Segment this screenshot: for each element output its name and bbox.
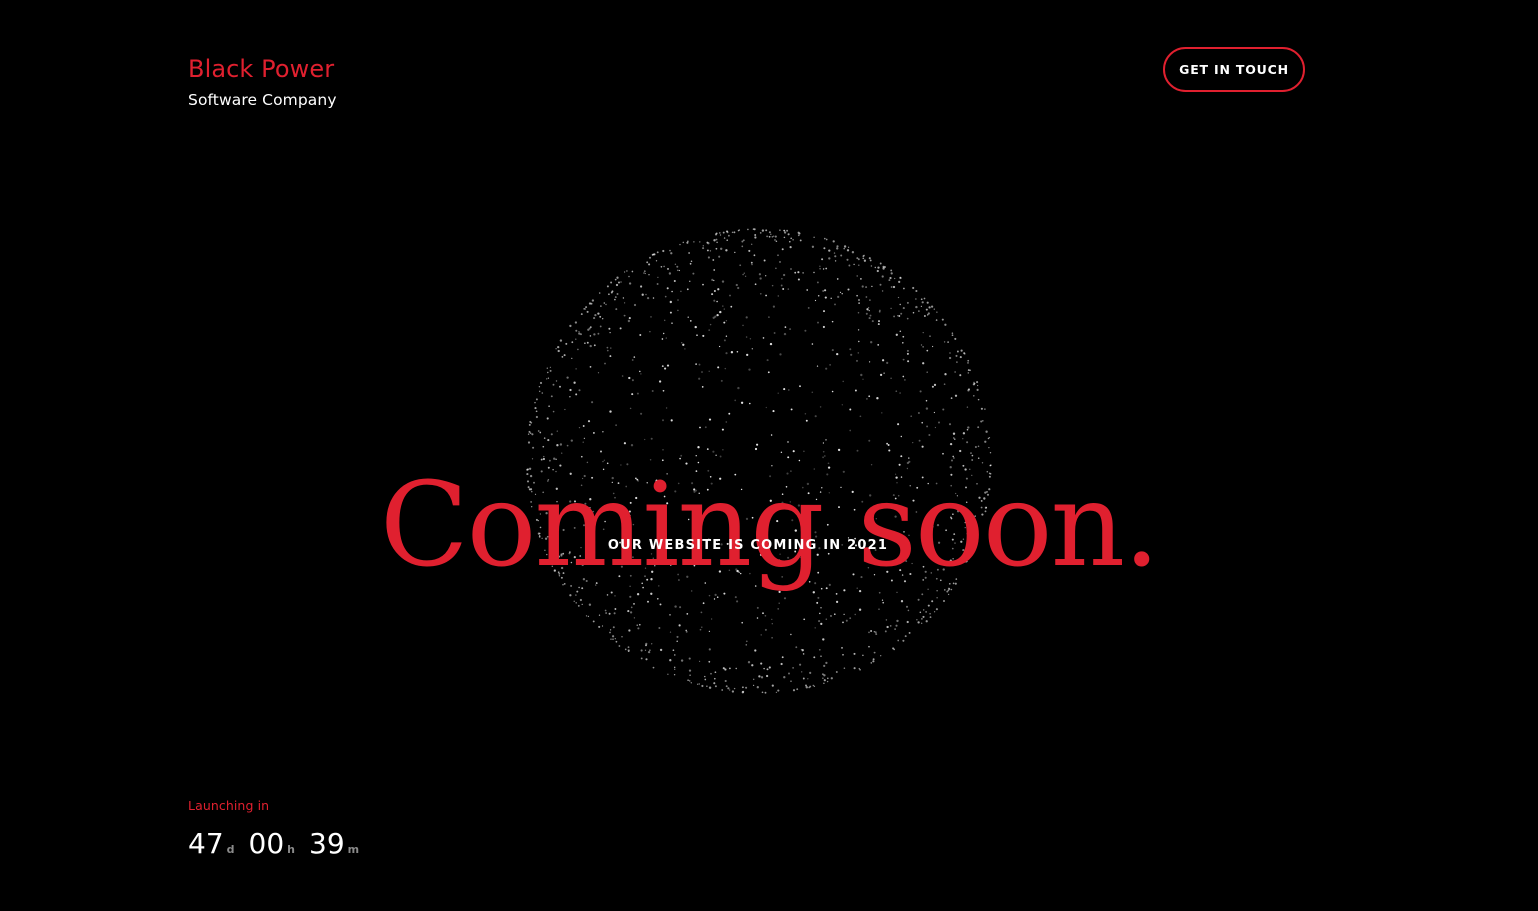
launch-label: Launching in <box>188 798 270 813</box>
launch-countdown: Launching in 47 d 00 h 39 m <box>188 798 373 860</box>
hero-subtitle: OUR WEBSITE IS COMING IN 2021 <box>607 538 889 553</box>
countdown-days-value: 47 <box>188 827 224 860</box>
countdown-hours: 00 h <box>249 827 295 860</box>
countdown-days: 47 d <box>188 827 235 860</box>
brand-name[interactable]: Black Power <box>188 54 337 84</box>
coming-soon-page: Black Power Software Company GET IN TOUC… <box>0 0 1538 911</box>
countdown-minutes: 39 m <box>309 827 359 860</box>
countdown-timer: 47 d 00 h 39 m <box>188 827 373 860</box>
countdown-minutes-value: 39 <box>309 827 345 860</box>
countdown-hours-value: 00 <box>248 827 285 860</box>
brand-tagline: Software Company <box>188 91 337 109</box>
countdown-hours-suffix: h <box>287 843 295 856</box>
brand-block: Black Power Software Company <box>188 54 337 110</box>
get-in-touch-button[interactable]: GET IN TOUCH <box>1163 47 1305 92</box>
countdown-days-suffix: d <box>226 843 235 856</box>
hero-title: Coming soon. <box>379 457 1160 593</box>
countdown-minutes-suffix: m <box>347 843 360 856</box>
